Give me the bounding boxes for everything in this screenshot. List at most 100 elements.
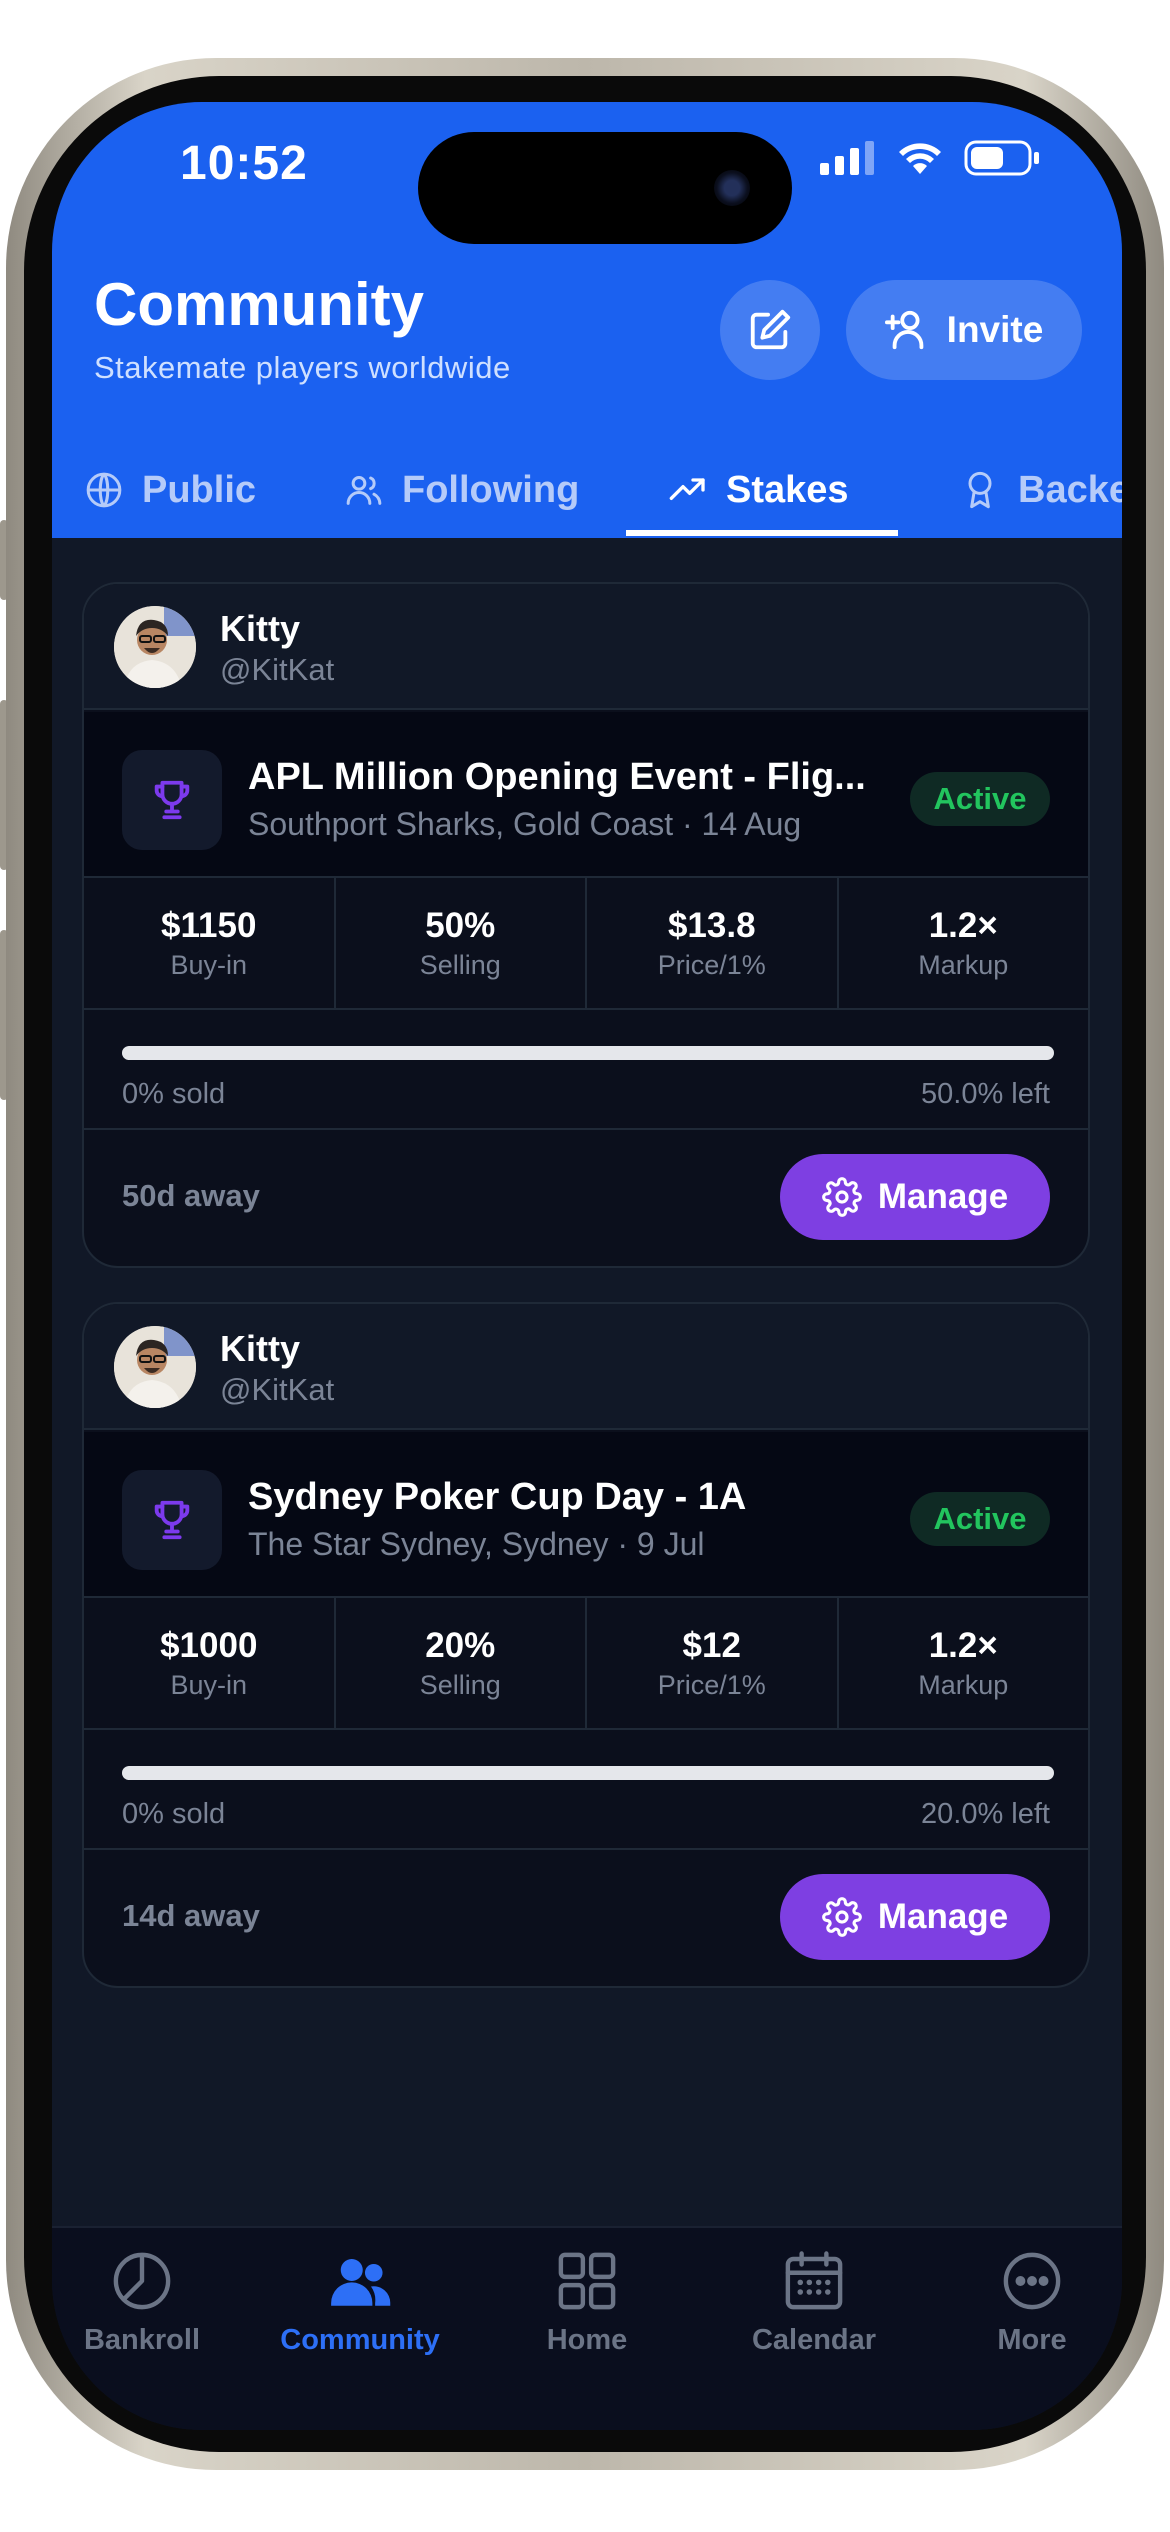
- sold-progress: 0% sold 50.0% left: [84, 1010, 1088, 1130]
- grid-icon: [558, 2252, 616, 2310]
- stat-value: $1000: [160, 1625, 258, 1665]
- stat-label: Markup: [918, 949, 1009, 980]
- status-badge: Active: [910, 772, 1050, 826]
- avatar[interactable]: [114, 606, 196, 688]
- active-tab-indicator: [626, 530, 898, 536]
- time-away: 50d away: [122, 1178, 260, 1213]
- nav-community[interactable]: Community: [270, 2248, 450, 2357]
- sold-progress: 0% sold 20.0% left: [84, 1730, 1088, 1850]
- stat-value: $1150: [161, 905, 257, 945]
- page-title: Community: [94, 271, 424, 338]
- tab-stakes[interactable]: Stakes: [668, 442, 849, 538]
- nav-home[interactable]: Home: [497, 2248, 677, 2357]
- user-handle: @KitKat: [220, 652, 335, 687]
- stake-card: Kitty @KitKat APL Million Opening Event …: [82, 582, 1090, 1268]
- nav-label: Home: [546, 2324, 628, 2356]
- more-icon: [1003, 2252, 1061, 2310]
- stat-label: Price/1%: [657, 1669, 766, 1700]
- event-row[interactable]: APL Million Opening Event - Flig... Sout…: [84, 712, 1088, 876]
- time-away: 14d away: [122, 1898, 260, 1933]
- stat-value: 1.2×: [928, 1625, 998, 1665]
- battery-icon: [964, 140, 1039, 176]
- card-footer: 14d away Manage: [84, 1852, 1088, 1986]
- signal-icon: [820, 141, 874, 175]
- tab-following[interactable]: Following: [344, 442, 579, 538]
- sold-text: 0% sold: [122, 1078, 226, 1110]
- stat-label: Buy-in: [170, 1669, 248, 1700]
- nav-label: Bankroll: [83, 2324, 201, 2356]
- progress-track: [122, 1046, 1054, 1060]
- trophy-badge: [122, 750, 222, 850]
- stake-stats: $1150 Buy-in 50% Selling $13.8 Price/1% …: [84, 876, 1088, 1010]
- stat-label: Markup: [918, 1669, 1009, 1700]
- sold-text: 0% sold: [122, 1798, 226, 1830]
- tab-backed-label: Backed: [1018, 468, 1122, 511]
- user-name: Kitty: [220, 608, 300, 649]
- edit-icon: [750, 309, 791, 350]
- people-icon: [331, 2259, 391, 2306]
- stat-selling: 20% Selling: [336, 1598, 587, 1728]
- user-handle: @KitKat: [220, 1372, 335, 1407]
- tab-public[interactable]: Public: [84, 442, 256, 538]
- tab-bar: Public Following Stakes Backed: [52, 442, 1122, 538]
- stat-label: Selling: [419, 949, 501, 980]
- stat-value: 50%: [425, 905, 496, 945]
- nav-label: Calendar: [751, 2324, 877, 2356]
- invite-button[interactable]: Invite: [846, 280, 1082, 380]
- event-row[interactable]: Sydney Poker Cup Day - 1A The Star Sydne…: [84, 1432, 1088, 1596]
- page-subtitle: Stakemate players worldwide: [94, 350, 511, 385]
- manage-button[interactable]: Manage: [780, 1874, 1050, 1960]
- stat-selling: 50% Selling: [336, 878, 587, 1008]
- status-time: 10:52: [180, 137, 308, 190]
- stat-price: $12 Price/1%: [587, 1598, 839, 1728]
- wifi-icon: [899, 143, 941, 174]
- globe-icon: [86, 472, 122, 508]
- manage-label: Manage: [877, 1897, 1009, 1936]
- award-icon: [968, 471, 992, 509]
- nav-more[interactable]: More: [942, 2248, 1122, 2357]
- progress-track: [122, 1766, 1054, 1780]
- status-badge: Active: [910, 1492, 1050, 1546]
- stake-card: Kitty @KitKat Sydney Poker Cup Day - 1A …: [82, 1302, 1090, 1988]
- stake-stats: $1000 Buy-in 20% Selling $12 Price/1% 1.…: [84, 1596, 1088, 1730]
- screen: 10:52 Community Stakemate players worldw…: [52, 102, 1122, 2430]
- manage-button[interactable]: Manage: [780, 1154, 1050, 1240]
- pie-chart-icon: [113, 2252, 171, 2310]
- tab-public-label: Public: [142, 468, 257, 511]
- stat-markup: 1.2× Markup: [839, 878, 1089, 1008]
- gear-icon: [822, 1897, 862, 1937]
- card-user-header[interactable]: Kitty @KitKat: [84, 1304, 1088, 1430]
- calendar-icon: [785, 2251, 843, 2310]
- add-user-icon: [884, 310, 924, 350]
- event-title: Sydney Poker Cup Day - 1A: [248, 1476, 747, 1518]
- stat-value: $13.8: [667, 905, 756, 945]
- avatar[interactable]: [114, 1326, 196, 1408]
- bottom-nav: Bankroll Community Home Calendar More: [52, 2226, 1122, 2430]
- nav-bankroll[interactable]: Bankroll: [52, 2248, 232, 2357]
- card-user-header[interactable]: Kitty @KitKat: [84, 584, 1088, 710]
- dynamic-island: [418, 132, 792, 244]
- gear-icon: [822, 1177, 862, 1217]
- invite-label: Invite: [946, 309, 1044, 350]
- compose-button[interactable]: [720, 280, 820, 380]
- event-title: APL Million Opening Event - Flig...: [248, 756, 866, 798]
- manage-label: Manage: [877, 1177, 1009, 1216]
- stat-price: $13.8 Price/1%: [587, 878, 839, 1008]
- stat-markup: 1.2× Markup: [839, 1598, 1089, 1728]
- left-text: 50.0% left: [921, 1078, 1050, 1110]
- stat-buy-in: $1150 Buy-in: [84, 878, 336, 1008]
- app-header: 10:52 Community Stakemate players worldw…: [52, 102, 1122, 538]
- tab-following-label: Following: [402, 468, 580, 511]
- stat-buy-in: $1000 Buy-in: [84, 1598, 336, 1728]
- stat-label: Price/1%: [657, 949, 766, 980]
- nav-calendar[interactable]: Calendar: [724, 2248, 904, 2357]
- trophy-icon: [154, 780, 190, 820]
- tab-backed[interactable]: Backed: [960, 442, 1122, 538]
- nav-label: More: [997, 2324, 1067, 2356]
- trending-up-icon: [669, 478, 705, 500]
- event-location-date: The Star Sydney, Sydney · 9 Jul: [248, 1526, 705, 1562]
- trophy-badge: [122, 1470, 222, 1570]
- stat-value: 1.2×: [928, 905, 998, 945]
- left-text: 20.0% left: [921, 1798, 1050, 1830]
- users-icon: [346, 476, 382, 505]
